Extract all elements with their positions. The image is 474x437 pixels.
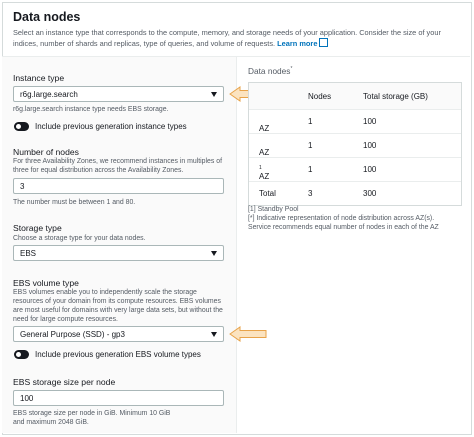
storage-type-select[interactable]: EBS	[13, 245, 224, 261]
section-title: Data nodes	[13, 10, 81, 24]
storage-type-hint: Choose a storage type for your data node…	[13, 235, 146, 242]
instance-type-label: Instance type	[13, 73, 65, 83]
ebs-size-value: 100	[20, 394, 34, 403]
ebs-volume-select[interactable]: General Purpose (SSD) - gp3	[13, 326, 224, 342]
callout-arrow-icon	[229, 326, 267, 342]
nodes-constraint: The number must be between 1 and 80.	[13, 199, 136, 206]
az-footnote-sup: 1	[259, 165, 262, 171]
nodes-input[interactable]: 3	[13, 178, 224, 194]
table-row: AZ 1 1 100	[249, 157, 461, 181]
az-text: AZ	[259, 124, 270, 133]
ebs-size-hint: EBS storage size per node in GiB. Minimu…	[13, 410, 171, 426]
table-header-cell: Nodes	[308, 92, 332, 101]
footnote: [1] Standby Pool	[248, 206, 299, 213]
table-total-row: Total 3 300	[249, 181, 461, 205]
instance-type-hint: r6g.large.search instance type needs EBS…	[13, 106, 169, 113]
ebs-volume-hint: EBS volumes enable you to independently …	[13, 289, 223, 323]
total-label-cell: Total	[259, 189, 276, 198]
description-text: Select an instance type that corresponds…	[13, 28, 441, 48]
storage-cell: 300	[363, 189, 377, 198]
table-row: AZ 1 100	[249, 109, 461, 133]
nodes-hint: For three Availability Zones, we recomme…	[13, 158, 222, 174]
storage-type-label: Storage type	[13, 223, 62, 233]
footnote: [*] Indicative representation of node di…	[248, 215, 435, 223]
node-distribution-table: Nodes Total storage (GB) AZ 1 100 AZ 1 1…	[248, 82, 462, 206]
ebs-size-label: EBS storage size per node	[13, 377, 116, 387]
nodes-cell: 1	[308, 117, 313, 126]
summary-title-sup: *	[290, 66, 293, 73]
instance-type-select[interactable]: r6g.large.search	[13, 86, 224, 102]
table-header-cell: Total storage (GB)	[363, 92, 428, 101]
caret-down-icon	[211, 92, 217, 97]
summary-title: Data nodes*	[248, 66, 292, 76]
table-header-row: Nodes Total storage (GB)	[249, 83, 461, 109]
prev-gen-ebs-label: Include previous generation EBS volume t…	[35, 350, 201, 359]
storage-type-value: EBS	[20, 249, 37, 258]
nodes-cell: 3	[308, 189, 313, 198]
table-footnotes: [1] Standby Pool [*] Indicative represen…	[248, 205, 468, 233]
instance-type-value: r6g.large.search	[20, 90, 78, 99]
nodes-cell: 1	[308, 165, 313, 174]
az-text: AZ	[259, 148, 270, 157]
footnote: Service recommends equal number of nodes…	[248, 224, 439, 232]
az-text: AZ	[259, 172, 270, 181]
nodes-cell: 1	[308, 141, 313, 150]
nodes-label: Number of nodes	[13, 147, 79, 157]
caret-down-icon	[211, 251, 217, 256]
prev-gen-instance-toggle[interactable]	[14, 122, 29, 131]
nodes-value: 3	[20, 182, 25, 191]
table-row: AZ 1 100	[249, 133, 461, 157]
ebs-size-input[interactable]: 100	[13, 390, 224, 406]
learn-more-link[interactable]: Learn more	[277, 39, 317, 48]
ebs-volume-label: EBS volume type	[13, 278, 79, 288]
prev-gen-instance-label: Include previous generation instance typ…	[35, 122, 187, 131]
section-description: Select an instance type that corresponds…	[13, 28, 458, 49]
storage-cell: 100	[363, 141, 377, 150]
ebs-volume-value: General Purpose (SSD) - gp3	[20, 330, 125, 339]
storage-cell: 100	[363, 165, 377, 174]
external-link-icon[interactable]	[319, 38, 329, 47]
storage-cell: 100	[363, 117, 377, 126]
az-cell: AZ 1	[259, 165, 269, 181]
summary-title-text: Data nodes	[248, 66, 291, 76]
caret-down-icon	[211, 332, 217, 337]
prev-gen-ebs-toggle[interactable]	[14, 350, 29, 359]
